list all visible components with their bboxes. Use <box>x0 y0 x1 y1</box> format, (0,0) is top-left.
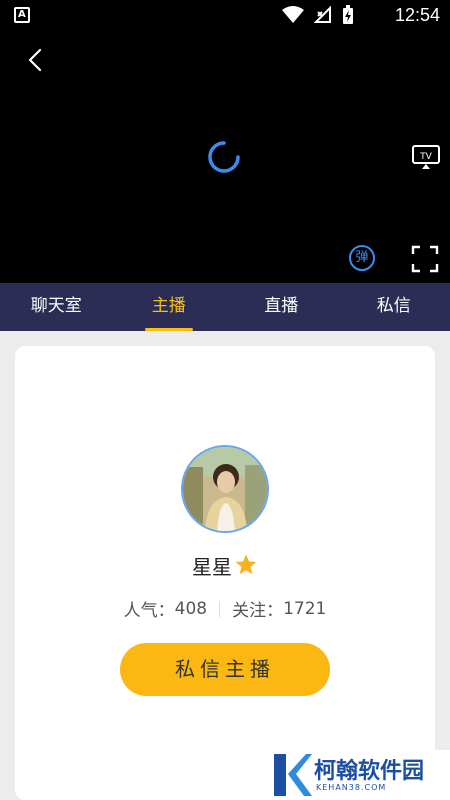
anchor-card: 星星 人气： 408 关注： 1721 私信主播 <box>15 346 435 800</box>
watermark-name: 柯翰软件园 <box>314 759 425 784</box>
star-icon <box>235 554 257 575</box>
tab-anchor[interactable]: 主播 <box>113 283 226 331</box>
tab-bar: 聊天室 主播 直播 私信 <box>0 283 450 331</box>
battery-icon <box>343 5 353 24</box>
message-anchor-button[interactable]: 私信主播 <box>120 643 330 696</box>
popularity-value: 408 <box>174 598 208 619</box>
back-icon[interactable] <box>22 44 50 76</box>
anchor-stats: 人气： 408 关注： 1721 <box>15 596 435 622</box>
anchor-name-row: 星星 <box>15 551 435 580</box>
avatar[interactable] <box>181 445 269 533</box>
watermark-k-logo <box>274 754 312 796</box>
anchor-name: 星星 <box>192 555 232 579</box>
status-icons <box>282 5 354 24</box>
video-player[interactable]: A 12:54 TV 弹 <box>0 0 450 283</box>
follow-label: 关注： <box>232 601 284 621</box>
watermark-logo: 柯翰软件园 KEHAN38.COM <box>270 750 450 800</box>
svg-text:TV: TV <box>419 152 432 162</box>
tab-private-message[interactable]: 私信 <box>338 283 450 331</box>
watermark-url: KEHAN38.COM <box>316 783 387 792</box>
no-signal-icon <box>314 6 331 23</box>
status-time: 12:54 <box>394 5 440 25</box>
tab-chatroom[interactable]: 聊天室 <box>0 283 113 331</box>
danmu-toggle-button[interactable]: 弹 <box>349 245 375 271</box>
tab-live[interactable]: 直播 <box>225 283 338 331</box>
fullscreen-icon[interactable] <box>411 245 439 273</box>
wifi-icon <box>282 6 304 23</box>
tv-cast-icon[interactable]: TV <box>411 144 441 170</box>
stats-divider <box>219 600 221 617</box>
follow-value: 1721 <box>283 598 327 619</box>
popularity-label: 人气： <box>123 601 175 621</box>
loading-spinner-icon <box>208 141 240 173</box>
status-bar: A 12:54 <box>0 0 450 30</box>
a11y-icon: A <box>14 7 30 23</box>
